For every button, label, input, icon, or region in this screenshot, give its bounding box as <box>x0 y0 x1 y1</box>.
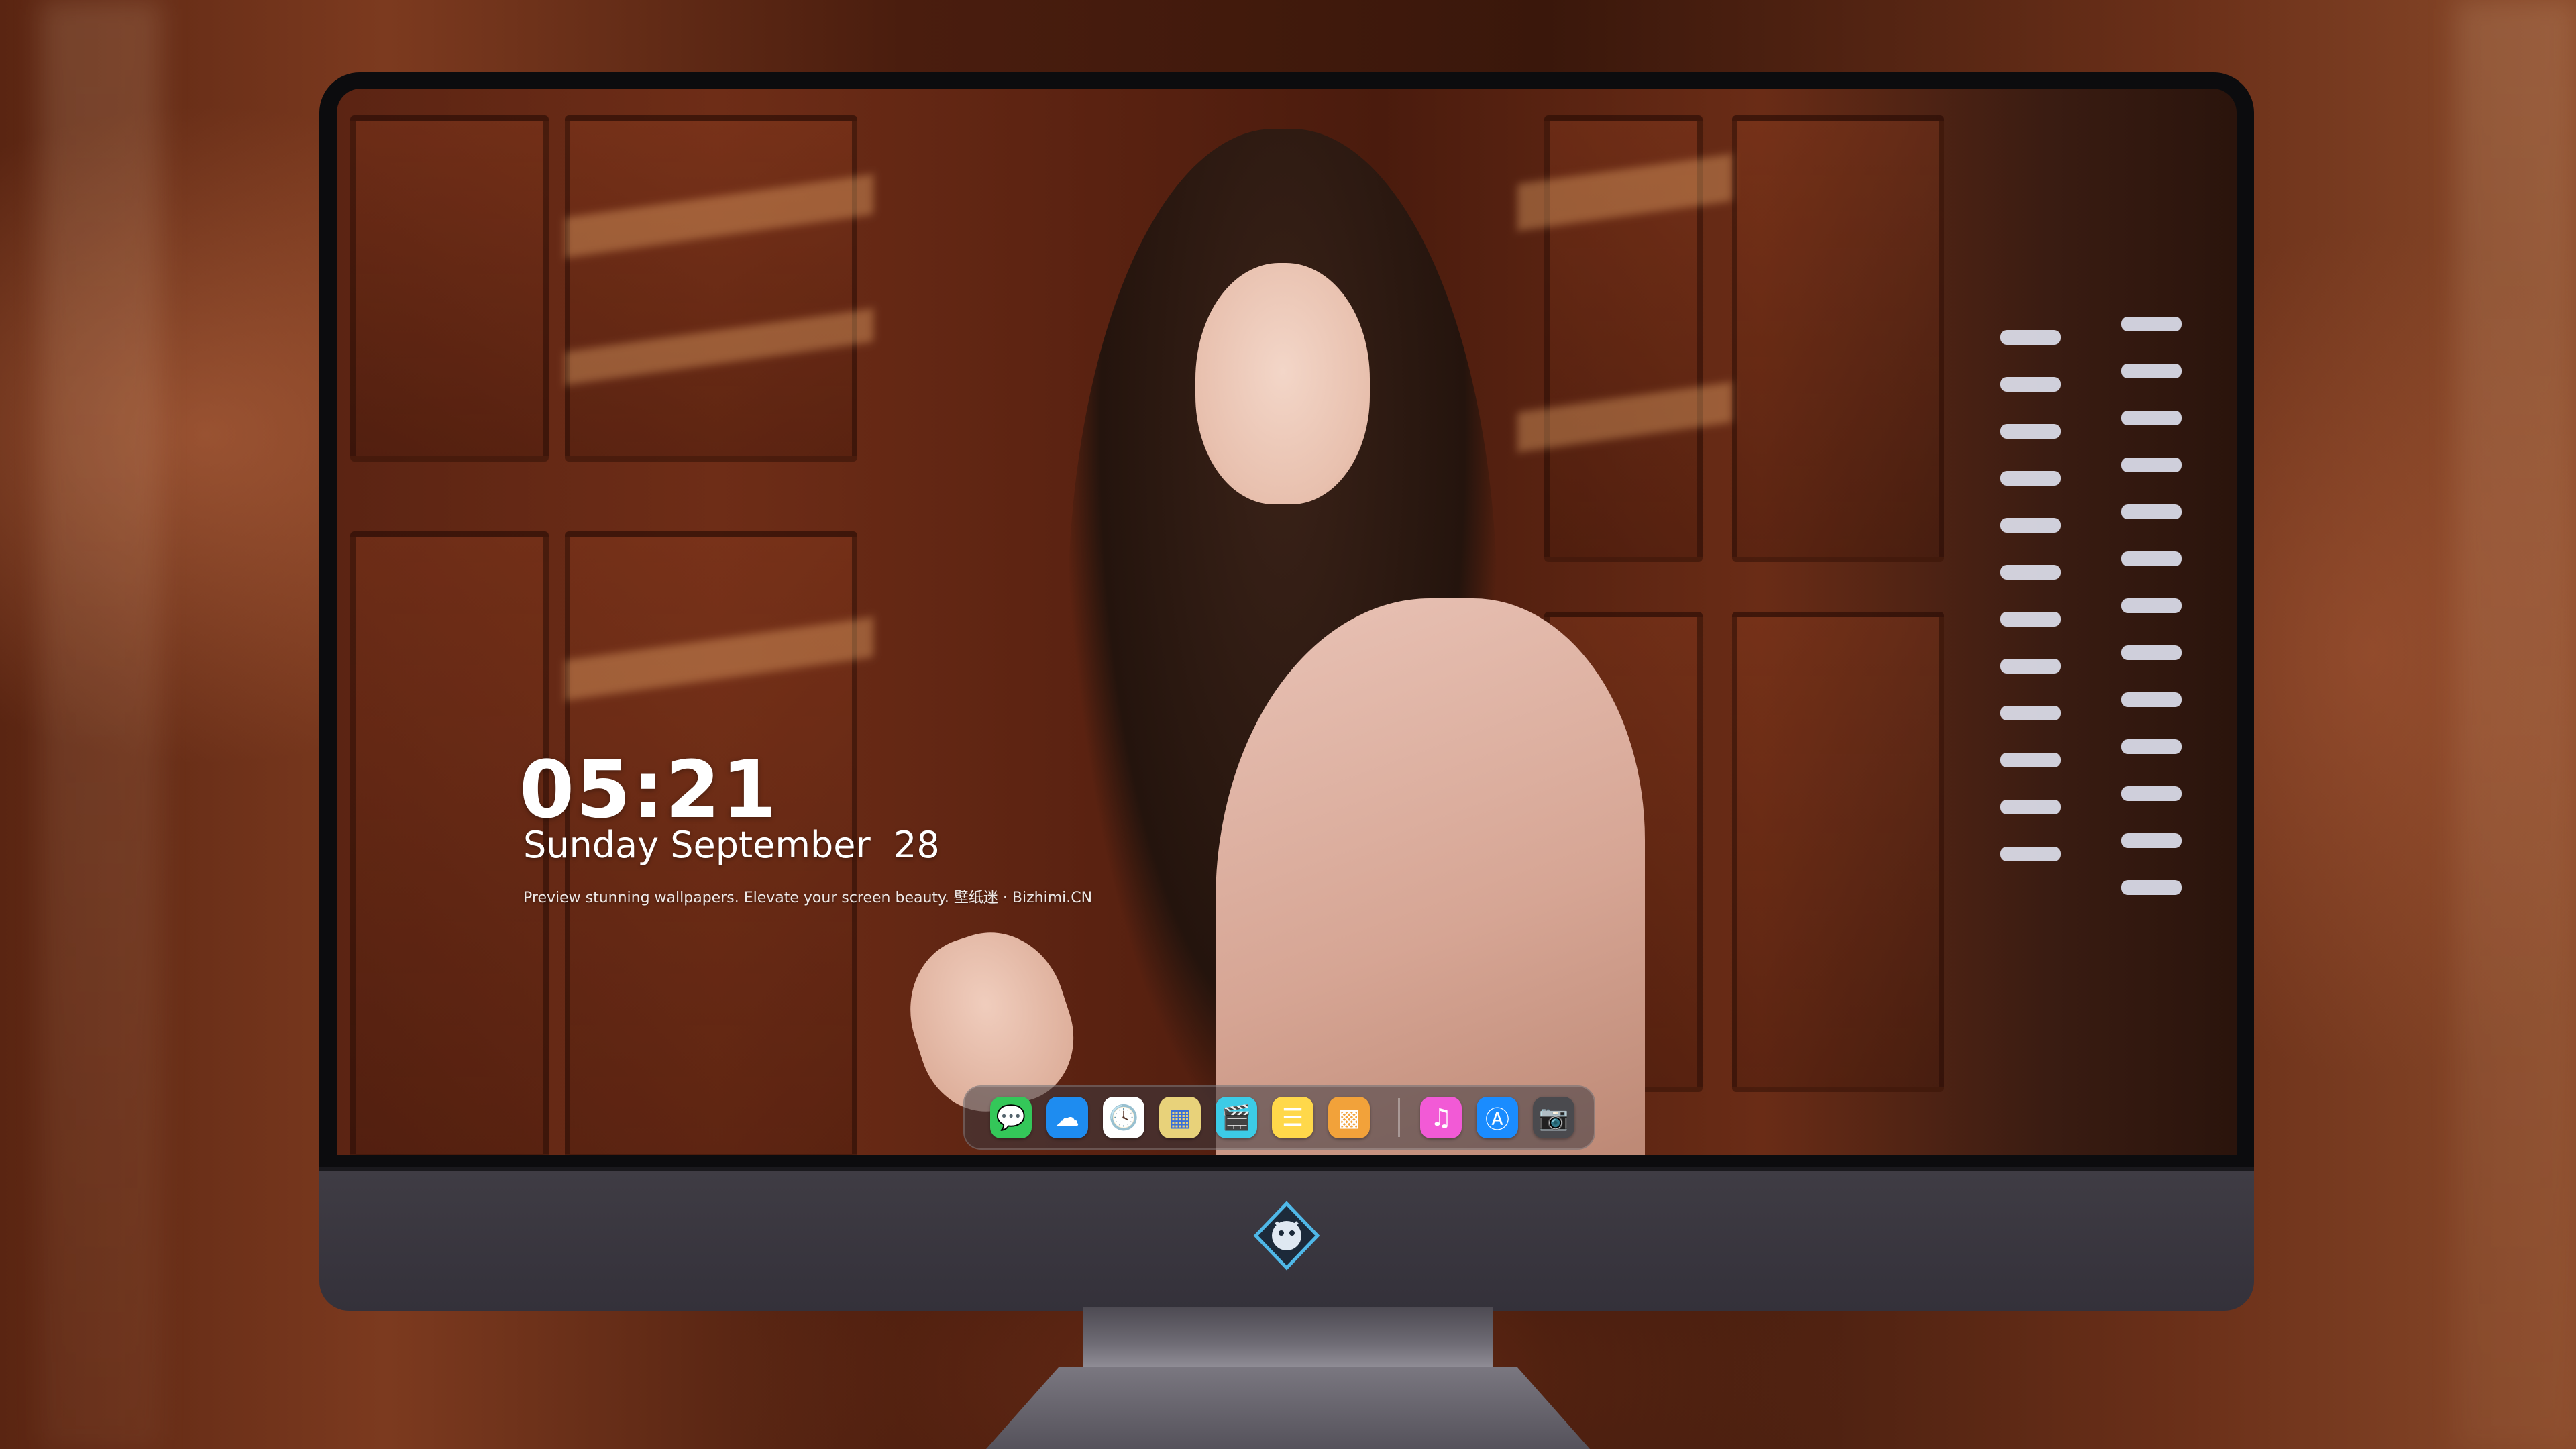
lock-screen-time: 05:21 <box>519 743 778 836</box>
window-blind <box>2000 847 2061 861</box>
background-light-stripe <box>40 0 161 1449</box>
monitor-stand-base <box>986 1367 1590 1449</box>
window-blind <box>2121 598 2182 613</box>
door-panel <box>565 115 857 462</box>
photo-booth-icon[interactable]: ▩ <box>1328 1097 1370 1138</box>
window-blind <box>2121 458 2182 472</box>
window-blind <box>2121 739 2182 754</box>
wallpaper-portrait <box>890 129 1645 1155</box>
lock-screen-date: Sunday September 28 <box>523 824 940 866</box>
messages-icon[interactable]: 💬 <box>990 1097 1032 1138</box>
window-blind <box>2121 317 2182 331</box>
window-blind <box>2121 692 2182 707</box>
window-blind <box>2121 645 2182 660</box>
desktop-monitor: 05:21 Sunday September 28 Preview stunni… <box>319 72 2254 1311</box>
monitor-stand-neck <box>1083 1307 1493 1367</box>
brand-logo-icon <box>1253 1201 1320 1271</box>
window-blind <box>2121 833 2182 848</box>
app-dock: 💬 ☁ 🕓 ▦ 🎬 ☰ ▩ ♫ Ⓐ 📷 <box>963 1085 1595 1150</box>
camera-icon[interactable]: 📷 <box>1533 1097 1574 1138</box>
window-blind <box>2121 551 2182 566</box>
window-blind <box>2000 612 2061 627</box>
window-blind <box>2000 659 2061 674</box>
window-blind <box>2121 411 2182 425</box>
window-blind <box>2000 518 2061 533</box>
portrait-face <box>1195 263 1370 504</box>
window-blind <box>2121 880 2182 895</box>
window-blind <box>2121 364 2182 378</box>
clock-icon[interactable]: 🕓 <box>1103 1097 1144 1138</box>
clips-icon[interactable]: 🎬 <box>1216 1097 1257 1138</box>
notes-icon[interactable]: ☰ <box>1272 1097 1313 1138</box>
monitor-screen: 05:21 Sunday September 28 Preview stunni… <box>337 89 2237 1155</box>
window-blind <box>2000 424 2061 439</box>
lock-screen-caption: Preview stunning wallpapers. Elevate you… <box>523 890 1093 906</box>
window-blind <box>2000 706 2061 720</box>
dock-separator <box>1398 1098 1400 1137</box>
window-blind <box>2000 377 2061 392</box>
window-blind <box>2000 330 2061 345</box>
window-blind <box>2121 504 2182 519</box>
window-blind <box>2121 786 2182 801</box>
door-panel <box>350 115 549 462</box>
window-blind <box>2000 753 2061 767</box>
door-panel <box>1732 612 1944 1092</box>
window-blind <box>2000 565 2061 580</box>
door-panel <box>350 531 549 1155</box>
background-light-stripe <box>2455 0 2576 1449</box>
music-icon[interactable]: ♫ <box>1420 1097 1462 1138</box>
preview-icon[interactable]: ▦ <box>1159 1097 1201 1138</box>
door-panel <box>1732 115 1944 562</box>
app-store-icon[interactable]: Ⓐ <box>1477 1097 1518 1138</box>
window-blind <box>2000 800 2061 814</box>
window-blind <box>2000 471 2061 486</box>
weather-icon[interactable]: ☁ <box>1046 1097 1088 1138</box>
